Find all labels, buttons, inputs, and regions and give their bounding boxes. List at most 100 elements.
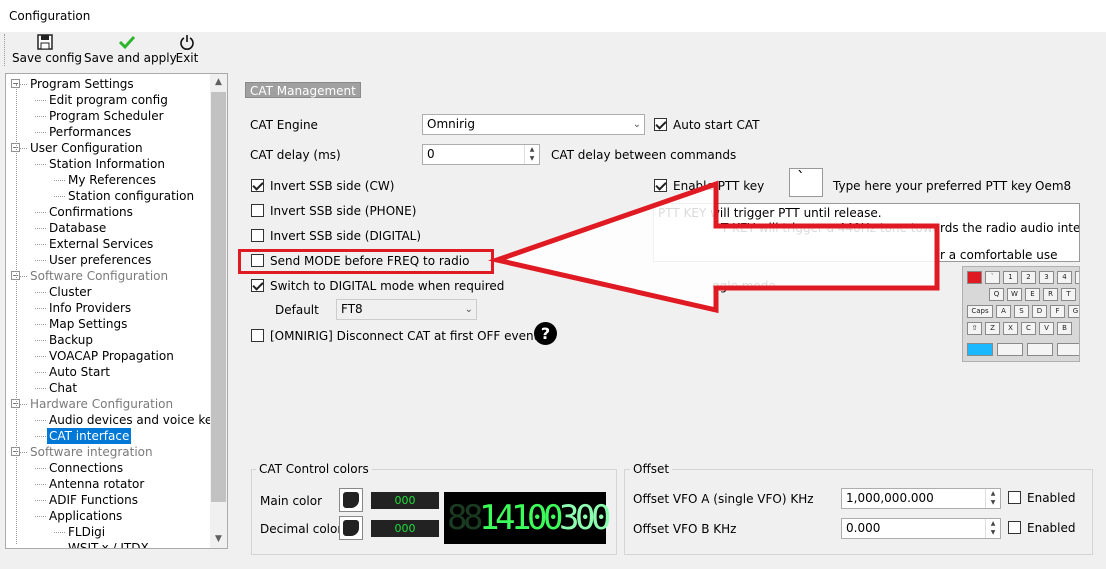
scroll-down-arrow-icon[interactable]: ▼ (210, 531, 227, 548)
tree-item[interactable]: CAT interface (47, 428, 132, 444)
display-digit: 3 (559, 498, 580, 538)
tree-item[interactable]: FLDigi (68, 524, 105, 540)
spin-up-icon[interactable]: ▲ (525, 145, 539, 154)
tree-scrollbar[interactable]: ▲ ▼ (210, 74, 227, 548)
ptt-key-code: Oem8 (1035, 179, 1072, 193)
tree-item[interactable]: My References (68, 172, 156, 188)
tree-connector (35, 356, 46, 357)
cat-colors-title: CAT Control colors (256, 462, 372, 476)
cat-delay-value: 0 (427, 147, 435, 161)
offset-vfo-b-value: 0.000 (846, 521, 881, 535)
default-mode-value: FT8 (341, 302, 363, 316)
keyboard-key-escape (967, 271, 982, 284)
tree-item[interactable]: Chat (49, 380, 77, 396)
spin-up-icon[interactable]: ▲ (986, 519, 1000, 528)
spin-up-icon[interactable]: ▲ (986, 489, 1000, 498)
cat-delay-description: CAT delay between commands (551, 148, 737, 162)
cat-engine-select[interactable]: Omnirig ⌄ (422, 114, 645, 135)
tree-item[interactable]: User Configuration (30, 140, 143, 156)
tree-item[interactable]: WSJT-x / JTDX (68, 540, 149, 548)
help-icon[interactable]: ? (534, 322, 557, 345)
tree-item[interactable]: Auto Start (49, 364, 110, 380)
cat-delay-spinner[interactable]: ▲ ▼ (524, 145, 539, 164)
omnirig-disconnect-label: [OMNIRIG] Disconnect CAT at first OFF ev… (270, 329, 539, 343)
keyboard-key: S (1014, 305, 1029, 318)
switch-digital-checkbox[interactable] (251, 279, 264, 292)
offset-vfo-b-input[interactable]: 0.000 ▲ ▼ (841, 518, 1001, 539)
annotation-highlight-box (238, 249, 494, 274)
tree-connector (35, 292, 46, 293)
paint-bucket-icon (343, 492, 359, 508)
enable-ptt-label: Enable PTT key (673, 179, 765, 193)
keyboard-key: A (996, 305, 1011, 318)
tree-item[interactable]: Performances (49, 124, 131, 140)
offset-vfo-a-enabled-checkbox[interactable] (1008, 491, 1021, 504)
tree-item[interactable]: Map Settings (49, 316, 127, 332)
tree-item[interactable]: Station configuration (68, 188, 194, 204)
decimal-color-label: Decimal color (260, 522, 343, 536)
tree-item[interactable]: Applications (49, 508, 122, 524)
tree-item[interactable]: VOACAP Propagation (49, 348, 174, 364)
tree-item[interactable]: Station Information (49, 156, 165, 172)
exit-button[interactable]: Exit (174, 34, 200, 66)
offset-group (624, 469, 1093, 555)
invert-ssb-phone-checkbox[interactable] (251, 204, 264, 217)
save-and-apply-button[interactable]: Save and apply (84, 34, 177, 66)
power-icon (180, 35, 194, 50)
frequency-display-preview: 8814100300 (444, 492, 611, 544)
tree-item[interactable]: Confirmations (49, 204, 133, 220)
decimal-color-button[interactable] (339, 516, 363, 540)
spin-down-icon[interactable]: ▼ (525, 154, 539, 163)
cat-engine-value: Omnirig (427, 117, 475, 131)
offset-vfo-a-spinner[interactable]: ▲ ▼ (985, 489, 1000, 508)
omnirig-disconnect-checkbox[interactable] (251, 329, 264, 342)
settings-tree[interactable]: Program Settings − Edit program config Prog… (5, 73, 228, 549)
tree-item[interactable]: Program Settings (30, 76, 134, 92)
keyboard-key: ⇧ (967, 322, 982, 335)
checkmark-icon (118, 35, 136, 50)
invert-ssb-cw-checkbox[interactable] (251, 179, 264, 192)
cat-delay-input[interactable]: 0 ▲ ▼ (422, 144, 540, 165)
tree-connector (35, 228, 46, 229)
main-color-button[interactable] (339, 488, 363, 512)
tree-connector (35, 484, 46, 485)
tree-item[interactable]: Antenna rotator (49, 476, 144, 492)
enable-ptt-checkbox[interactable] (654, 179, 667, 192)
tree-connector (35, 308, 46, 309)
auto-start-cat-checkbox[interactable] (654, 118, 667, 131)
tree-item[interactable]: Backup (49, 332, 93, 348)
tree-item[interactable]: Database (49, 220, 106, 236)
scrollbar-thumb[interactable] (211, 92, 226, 502)
tree-item[interactable]: Connections (49, 460, 123, 476)
tree-item[interactable]: Cluster (49, 284, 92, 300)
tree-item[interactable]: Software Configuration (30, 268, 168, 284)
tree-item[interactable]: Hardware Configuration (30, 396, 173, 412)
keyboard-key: T (1061, 288, 1076, 301)
spin-down-icon[interactable]: ▼ (986, 498, 1000, 507)
save-and-apply-label: Save and apply (84, 51, 177, 65)
toolbar-grip[interactable] (4, 34, 7, 66)
offset-vfo-a-input[interactable]: 1,000,000.000 ▲ ▼ (841, 488, 1001, 509)
tree-item[interactable]: Info Providers (49, 300, 131, 316)
offset-vfo-b-enabled-checkbox[interactable] (1008, 521, 1021, 534)
tree-item[interactable]: User preferences (49, 252, 151, 268)
tree-item[interactable]: Audio devices and voice keye (49, 412, 211, 428)
offset-vfo-b-spinner[interactable]: ▲ ▼ (985, 519, 1000, 538)
tree-item[interactable]: Edit program config (49, 92, 168, 108)
keyboard-key: Caps (967, 305, 993, 318)
tree-item[interactable]: ADIF Functions (49, 492, 138, 508)
keyboard-key: R (1043, 288, 1058, 301)
scroll-up-arrow-icon[interactable]: ▲ (210, 74, 227, 91)
tree-item[interactable]: Software integration (30, 444, 153, 460)
invert-ssb-digital-label: Invert SSB side (DIGITAL) (270, 229, 422, 243)
default-mode-select[interactable]: FT8 ⌄ (336, 299, 477, 320)
tree-item[interactable]: Program Scheduler (49, 108, 164, 124)
tree-item[interactable]: External Services (49, 236, 153, 252)
tree-connector (35, 468, 46, 469)
display-digit: 8 (463, 498, 484, 538)
ptt-key-input[interactable]: ` (789, 168, 823, 197)
invert-ssb-cw-label: Invert SSB side (CW) (270, 179, 395, 193)
save-config-button[interactable]: Save config (12, 34, 82, 66)
invert-ssb-digital-checkbox[interactable] (251, 229, 264, 242)
spin-down-icon[interactable]: ▼ (986, 528, 1000, 537)
